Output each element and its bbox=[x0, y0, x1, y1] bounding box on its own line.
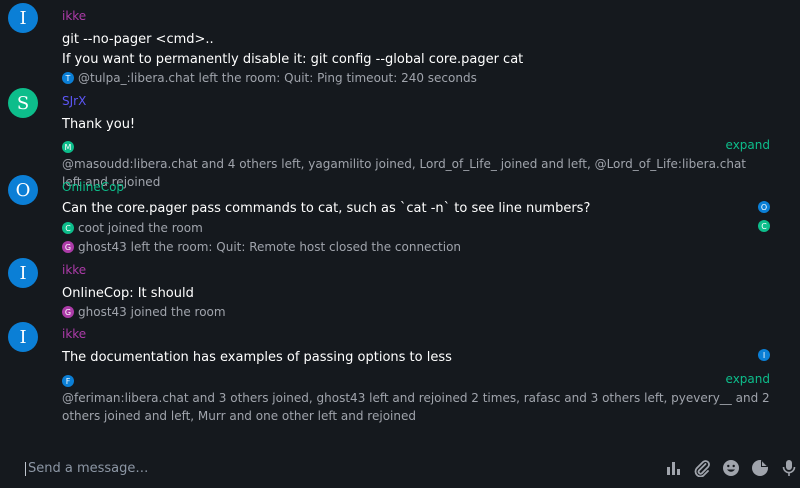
sticker-icon[interactable] bbox=[751, 459, 769, 477]
microphone-icon[interactable] bbox=[780, 459, 798, 477]
event-text: coot joined the room bbox=[78, 221, 203, 235]
avatar[interactable]: S bbox=[8, 88, 38, 118]
message-text: OnlineCop: It should bbox=[62, 286, 194, 301]
membership-event: C coot joined the room bbox=[62, 221, 203, 235]
read-receipt[interactable]: O bbox=[758, 201, 770, 213]
avatar[interactable]: T bbox=[62, 72, 74, 84]
membership-summary: @feriman:libera.chat and 3 others joined… bbox=[62, 391, 770, 423]
message-text: If you want to permanently disable it: g… bbox=[62, 52, 524, 67]
poll-icon[interactable] bbox=[664, 459, 682, 477]
event-text: ghost43 joined the room bbox=[78, 305, 226, 319]
avatar[interactable]: I bbox=[8, 258, 38, 288]
avatar[interactable]: G bbox=[62, 241, 74, 253]
message-text: Can the core.pager pass commands to cat,… bbox=[62, 201, 591, 216]
sender-name[interactable]: ikke bbox=[62, 327, 86, 341]
sender-name[interactable]: SJrX bbox=[62, 94, 86, 108]
event-text: ghost43 left the room: Quit: Remote host… bbox=[78, 240, 462, 254]
emoji-icon[interactable] bbox=[722, 459, 740, 477]
read-receipt[interactable]: I bbox=[758, 349, 770, 361]
membership-summary: @masoudd:libera.chat and 4 others left, … bbox=[62, 157, 746, 189]
avatar[interactable]: O bbox=[8, 175, 38, 205]
sender-name[interactable]: ikke bbox=[62, 9, 86, 23]
avatar[interactable]: C bbox=[62, 222, 74, 234]
attachment-icon[interactable] bbox=[693, 459, 711, 477]
avatar[interactable]: G bbox=[62, 306, 74, 318]
avatar[interactable]: I bbox=[8, 3, 38, 33]
avatar[interactable]: M bbox=[62, 141, 74, 153]
membership-event: T @tulpa_:libera.chat left the room: Qui… bbox=[62, 71, 477, 85]
message-input[interactable]: Send a message… bbox=[25, 462, 148, 476]
sender-name[interactable]: ikke bbox=[62, 263, 86, 277]
message-text: The documentation has examples of passin… bbox=[62, 350, 452, 365]
event-text: @tulpa_:libera.chat left the room: Quit:… bbox=[78, 71, 477, 85]
message-text: git --no-pager <cmd>.. bbox=[62, 32, 214, 47]
membership-event: G ghost43 joined the room bbox=[62, 305, 226, 319]
read-receipt[interactable]: C bbox=[758, 220, 770, 232]
avatar[interactable]: I bbox=[8, 322, 38, 352]
expand-button[interactable]: expand bbox=[726, 372, 770, 386]
sender-name[interactable]: OnlineCop bbox=[62, 180, 124, 194]
avatar[interactable]: F bbox=[62, 375, 74, 387]
expand-button[interactable]: expand bbox=[726, 138, 770, 152]
membership-event: G ghost43 left the room: Quit: Remote ho… bbox=[62, 240, 461, 254]
message-text: Thank you! bbox=[62, 117, 136, 132]
message-composer: Send a message… bbox=[0, 446, 800, 488]
timeline: I ikke git --no-pager <cmd>.. If you wan… bbox=[0, 0, 800, 445]
